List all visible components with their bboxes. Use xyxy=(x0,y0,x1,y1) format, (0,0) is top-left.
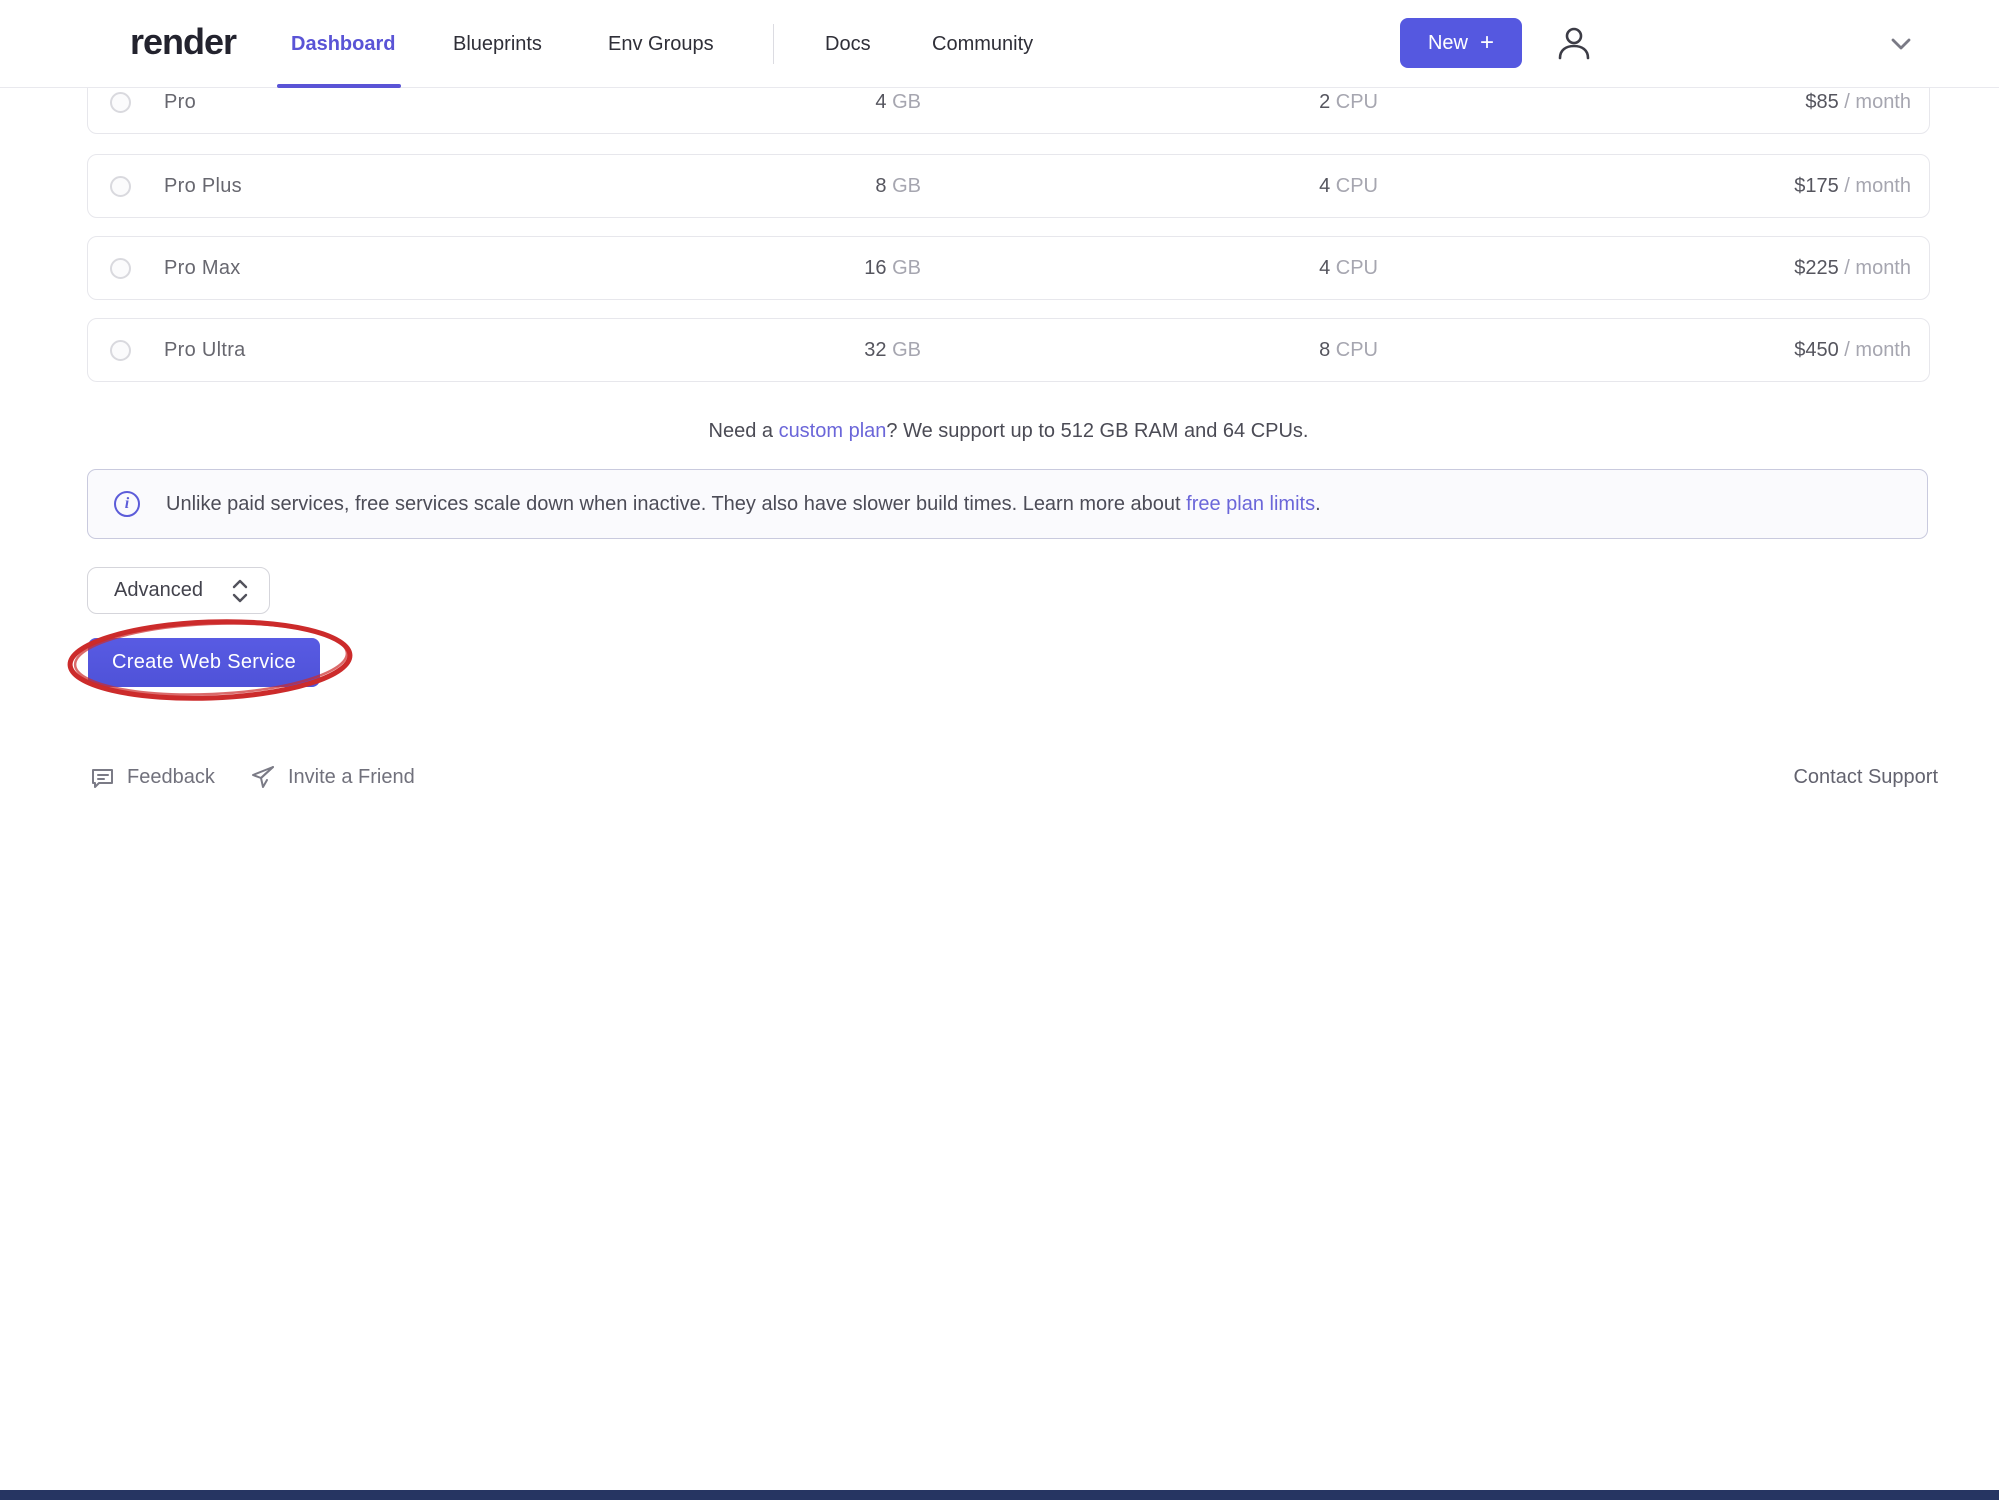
feedback-label: Feedback xyxy=(127,766,215,789)
plan-price: $175 / month xyxy=(1794,155,1911,217)
plan-cpu: 4 CPU xyxy=(88,155,1378,217)
nav-tab-blueprints[interactable]: Blueprints xyxy=(453,0,542,88)
nav-tab-community[interactable]: Community xyxy=(932,0,1033,88)
nav-tab-docs[interactable]: Docs xyxy=(825,0,871,88)
advanced-toggle-button[interactable]: Advanced xyxy=(87,567,270,614)
plan-row-pro-ultra[interactable]: Pro Ultra 32 GB 8 CPU $450 / month xyxy=(87,318,1930,382)
create-web-service-button[interactable]: Create Web Service xyxy=(88,638,320,687)
unfold-more-icon xyxy=(231,578,249,604)
custom-plan-line: Need a custom plan? We support up to 512… xyxy=(87,420,1930,443)
free-plan-info-banner: i Unlike paid services, free services sc… xyxy=(87,469,1928,539)
nav-tab-dashboard[interactable]: Dashboard xyxy=(291,0,395,88)
render-logo[interactable]: render xyxy=(130,0,236,88)
info-icon: i xyxy=(114,491,140,517)
nav-tab-env-groups[interactable]: Env Groups xyxy=(608,0,714,88)
user-avatar-icon[interactable] xyxy=(1552,22,1596,66)
plan-cpu: 4 CPU xyxy=(88,237,1378,299)
free-plan-limits-link[interactable]: free plan limits xyxy=(1186,493,1315,515)
plan-row-pro-plus[interactable]: Pro Plus 8 GB 4 CPU $175 / month xyxy=(87,154,1930,218)
dashboard-active-underline xyxy=(277,84,401,88)
contact-support-link[interactable]: Contact Support xyxy=(1793,763,1938,791)
plan-price: $225 / month xyxy=(1794,237,1911,299)
plan-price: $450 / month xyxy=(1794,319,1911,381)
plan-cpu: 8 CPU xyxy=(88,319,1378,381)
custom-plan-link[interactable]: custom plan xyxy=(779,420,887,442)
top-navigation-bar: render Dashboard Blueprints Env Groups D… xyxy=(0,0,1999,88)
paper-plane-icon xyxy=(250,764,276,790)
nav-divider xyxy=(773,24,774,64)
bottom-taskbar-strip xyxy=(0,1490,1999,1500)
invite-a-friend-link[interactable]: Invite a Friend xyxy=(250,763,415,791)
invite-label: Invite a Friend xyxy=(288,766,415,789)
banner-text: Unlike paid services, free services scal… xyxy=(166,493,1321,516)
feedback-icon xyxy=(90,765,115,790)
custom-plan-suffix: ? We support up to 512 GB RAM and 64 CPU… xyxy=(886,420,1308,442)
advanced-label: Advanced xyxy=(114,579,203,602)
feedback-link[interactable]: Feedback xyxy=(90,763,215,791)
chevron-down-icon[interactable] xyxy=(1884,30,1918,58)
new-button[interactable]: New + xyxy=(1400,18,1522,68)
plus-icon: + xyxy=(1480,31,1494,55)
custom-plan-prefix: Need a xyxy=(709,420,779,442)
new-button-label: New xyxy=(1428,32,1468,55)
plan-row-pro-max[interactable]: Pro Max 16 GB 4 CPU $225 / month xyxy=(87,236,1930,300)
contact-support-label: Contact Support xyxy=(1793,766,1938,789)
